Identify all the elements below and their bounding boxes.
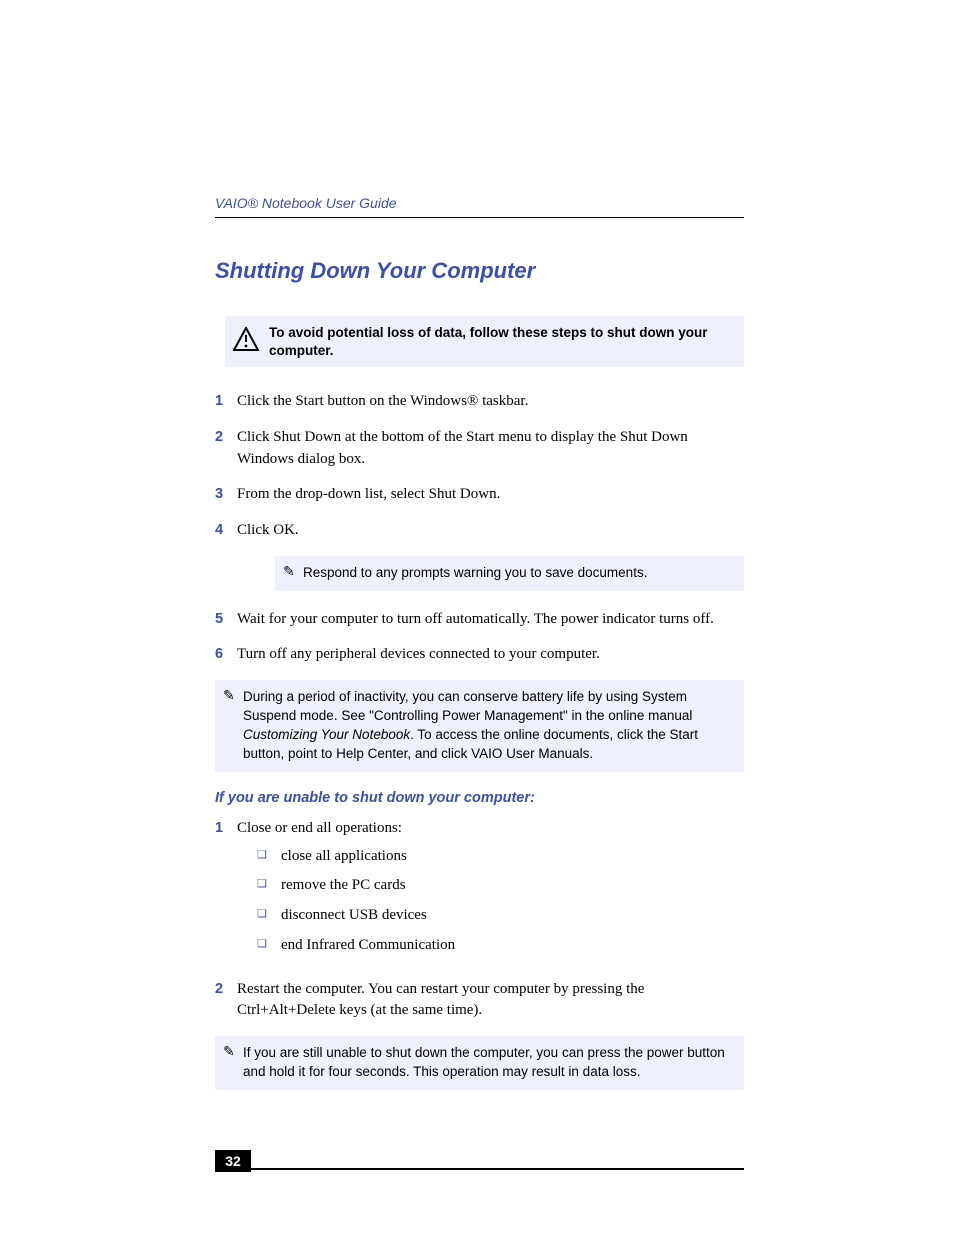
page-number: 32 — [215, 1150, 251, 1172]
note-text: Respond to any prompts warning you to sa… — [303, 565, 647, 580]
sub-item: ❏ remove the PC cards — [257, 875, 455, 897]
step-body: Close or end all operations: ❏ close all… — [237, 818, 455, 965]
sub-item: ❏ end Infrared Communication — [257, 935, 455, 957]
unable-step-1: 1 Close or end all operations: ❏ close a… — [215, 818, 744, 965]
sub-item-text: remove the PC cards — [281, 875, 406, 897]
note-text-italic: Customizing Your Notebook — [243, 727, 410, 742]
step-text: Wait for your computer to turn off autom… — [237, 609, 714, 631]
step-text: Click Shut Down at the bottom of the Sta… — [237, 427, 744, 471]
note-suspend-mode: ✎ During a period of inactivity, you can… — [215, 680, 744, 772]
square-bullet-icon: ❏ — [257, 846, 281, 865]
subheading-unable: If you are unable to shut down your comp… — [215, 790, 744, 806]
step-2: 2 Click Shut Down at the bottom of the S… — [215, 427, 744, 471]
warning-callout: To avoid potential loss of data, follow … — [225, 316, 744, 367]
pencil-icon: ✎ — [223, 686, 235, 706]
footer-rule — [251, 1168, 744, 1170]
sub-item-text: disconnect USB devices — [281, 905, 427, 927]
step-number: 5 — [215, 609, 237, 631]
step-text: From the drop-down list, select Shut Dow… — [237, 484, 500, 506]
note-text-a: During a period of inactivity, you can c… — [243, 689, 692, 723]
warning-icon — [233, 327, 269, 356]
page-footer: 32 — [215, 1150, 744, 1212]
step-1: 1 Click the Start button on the Windows®… — [215, 391, 744, 413]
steps-list: 1 Click the Start button on the Windows®… — [215, 391, 744, 542]
steps-list-continued: 5 Wait for your computer to turn off aut… — [215, 609, 744, 667]
step-number: 3 — [215, 484, 237, 506]
page-heading: Shutting Down Your Computer — [215, 258, 744, 284]
unable-list: 1 Close or end all operations: ❏ close a… — [215, 818, 744, 1022]
sub-item-text: end Infrared Communication — [281, 935, 455, 957]
step-3: 3 From the drop-down list, select Shut D… — [215, 484, 744, 506]
sub-item: ❏ disconnect USB devices — [257, 905, 455, 927]
step-6: 6 Turn off any peripheral devices connec… — [215, 644, 744, 666]
square-bullet-icon: ❏ — [257, 875, 281, 894]
pencil-icon: ✎ — [223, 1042, 235, 1062]
unable-step-2: 2 Restart the computer. You can restart … — [215, 979, 744, 1023]
pencil-icon: ✎ — [283, 562, 295, 582]
page-content: VAIO® Notebook User Guide Shutting Down … — [0, 0, 954, 1212]
step-number: 1 — [215, 391, 237, 413]
step-text: Close or end all operations: — [237, 820, 402, 836]
note-text: If you are still unable to shut down the… — [243, 1045, 725, 1079]
step-text: Click OK. — [237, 520, 299, 542]
step-text: Click the Start button on the Windows® t… — [237, 391, 528, 413]
note-power-button: ✎ If you are still unable to shut down t… — [215, 1036, 744, 1090]
sub-item-text: close all applications — [281, 846, 407, 868]
operations-sublist: ❏ close all applications ❏ remove the PC… — [257, 846, 455, 957]
square-bullet-icon: ❏ — [257, 905, 281, 924]
note-respond-prompts: ✎ Respond to any prompts warning you to … — [275, 556, 744, 591]
square-bullet-icon: ❏ — [257, 935, 281, 954]
step-5: 5 Wait for your computer to turn off aut… — [215, 609, 744, 631]
step-text: Turn off any peripheral devices connecte… — [237, 644, 600, 666]
sub-item: ❏ close all applications — [257, 846, 455, 868]
step-number: 2 — [215, 427, 237, 471]
warning-text: To avoid potential loss of data, follow … — [269, 324, 734, 359]
step-number: 4 — [215, 520, 237, 542]
step-number: 1 — [215, 818, 237, 965]
step-number: 2 — [215, 979, 237, 1023]
step-text: Restart the computer. You can restart yo… — [237, 979, 744, 1023]
step-4: 4 Click OK. — [215, 520, 744, 542]
step-number: 6 — [215, 644, 237, 666]
guide-title: VAIO® Notebook User Guide — [215, 195, 744, 218]
